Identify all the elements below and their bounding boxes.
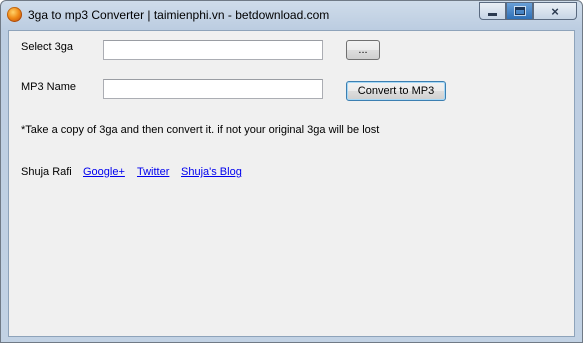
close-icon: × [551, 3, 559, 19]
title-bar[interactable]: 3ga to mp3 Converter | taimienphi.vn - b… [1, 1, 582, 29]
window-title: 3ga to mp3 Converter | taimienphi.vn - b… [28, 8, 330, 22]
app-icon [7, 7, 22, 22]
maximize-icon [514, 7, 525, 15]
browse-button[interactable]: ... [346, 40, 380, 60]
close-button[interactable]: × [533, 2, 577, 20]
minimize-icon [488, 13, 497, 16]
minimize-button[interactable] [479, 2, 506, 20]
select-3ga-input[interactable] [103, 40, 323, 60]
convert-to-mp3-button[interactable]: Convert to MP3 [346, 81, 446, 101]
select-3ga-label: Select 3ga [21, 41, 73, 53]
client-area: Select 3ga ... MP3 Name Convert to MP3 *… [8, 30, 575, 337]
mp3-name-label: MP3 Name [21, 81, 77, 93]
maximize-button[interactable] [506, 2, 533, 20]
google-plus-link[interactable]: Google+ [83, 166, 125, 178]
twitter-link[interactable]: Twitter [137, 166, 169, 178]
blog-link[interactable]: Shuja's Blog [181, 166, 242, 178]
mp3-name-input[interactable] [103, 79, 323, 99]
warning-note: *Take a copy of 3ga and then convert it.… [21, 124, 380, 136]
app-window: 3ga to mp3 Converter | taimienphi.vn - b… [0, 0, 583, 343]
author-name: Shuja Rafi [21, 166, 72, 178]
